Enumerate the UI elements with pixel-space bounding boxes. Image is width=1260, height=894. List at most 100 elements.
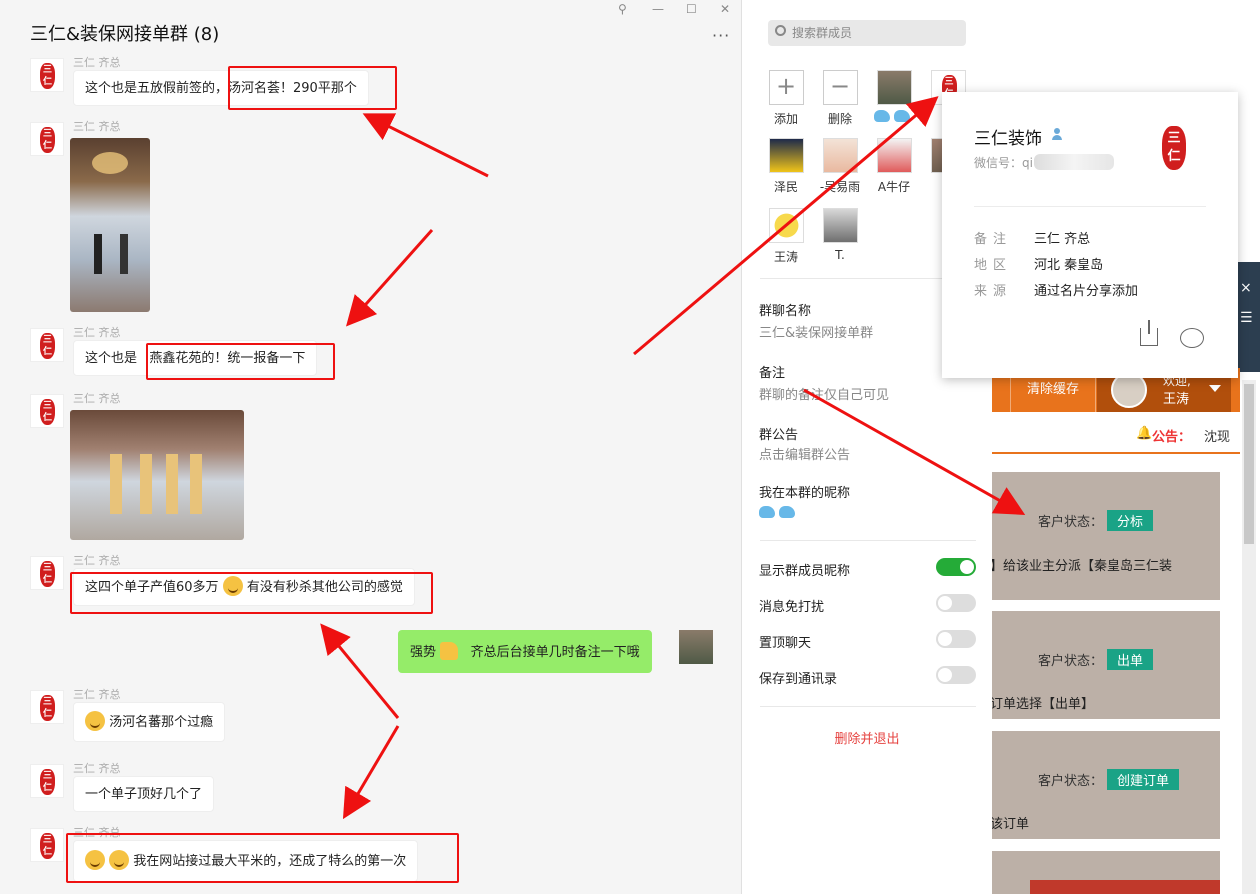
notice-label: 公告： (1152, 430, 1192, 445)
sender-name: 三仁 齐总 (73, 326, 121, 339)
member-search[interactable]: 搜索群成员 (768, 20, 966, 46)
search-icon (775, 25, 786, 36)
avatar[interactable]: 三仁 (30, 764, 64, 798)
avatar (768, 138, 804, 173)
show-nickname-toggle[interactable] (936, 558, 976, 576)
avatar (876, 138, 912, 173)
delete-exit-button[interactable]: 删除并退出 (742, 728, 992, 747)
divider (760, 706, 976, 707)
maximize-icon[interactable]: ☐ (686, 2, 697, 16)
member-item[interactable] (868, 70, 920, 125)
message-bubble[interactable]: 汤河名蕃那个过瘾 (73, 702, 226, 742)
avatar[interactable]: 三仁 (30, 556, 64, 590)
notice-label: 群公告 (759, 428, 799, 443)
add-member-button[interactable]: + 添加 (760, 70, 812, 127)
logo-seal: 三仁 (40, 561, 55, 587)
message-image[interactable] (70, 138, 150, 312)
user-name: 王涛 (1163, 392, 1190, 407)
status-line: 客户状态： 分标 (1038, 510, 1154, 531)
region-key: 地区 (974, 258, 1013, 273)
member-item[interactable]: T. (814, 208, 866, 262)
order-card[interactable]: 客户状态： 出单 订单选择【出单】 (990, 611, 1220, 719)
notice-text: 沈现 (1204, 430, 1231, 445)
share-icon[interactable] (1140, 320, 1158, 346)
plus-icon: + (768, 70, 804, 105)
whale-icon (759, 506, 775, 518)
close-icon[interactable]: × (1240, 280, 1252, 296)
chat-header: 三仁&装保网接单群 (8) ··· (0, 0, 742, 58)
more-options-icon[interactable]: ··· (712, 26, 730, 45)
sender-name: 三仁 齐总 (73, 554, 121, 567)
thumbs-up-icon (440, 642, 459, 660)
remove-member-button[interactable]: − 删除 (814, 70, 866, 127)
toggle-label: 置顶聊天 (759, 636, 812, 651)
message-image[interactable] (70, 410, 244, 540)
group-name-value[interactable]: 三仁&装保网接单群 (759, 322, 873, 341)
highlight-box (70, 572, 433, 614)
emoji-icon (85, 711, 105, 731)
member-item[interactable]: -吴易雨 (814, 138, 866, 195)
pin-chat-toggle[interactable] (936, 630, 976, 648)
avatar (822, 138, 858, 173)
close-icon[interactable]: ✕ (720, 2, 730, 16)
card-description: 订单选择【出单】 (990, 697, 1095, 712)
minimize-icon[interactable]: — (652, 2, 664, 16)
menu-icon[interactable]: ☰ (1240, 310, 1253, 326)
avatar[interactable]: 三仁 (30, 122, 64, 156)
nickname-label: 我在本群的昵称 (759, 486, 851, 501)
avatar[interactable] (679, 630, 713, 664)
pin-icon[interactable]: ⚲ (618, 2, 627, 16)
remark-value[interactable]: 群聊的备注仅自己可见 (759, 384, 889, 403)
webpage-scrollbar[interactable] (1242, 380, 1256, 894)
avatar[interactable]: 三仁 (30, 828, 64, 862)
mute-toggle[interactable] (936, 594, 976, 612)
avatar[interactable]: 三仁 (30, 58, 64, 92)
person-icon (1052, 128, 1062, 140)
message-icon[interactable] (1180, 328, 1204, 348)
notice-value[interactable]: 点击编辑群公告 (759, 444, 850, 463)
card-description: 】给该业主分派【秦皇岛三仁装 (990, 559, 1173, 574)
avatar[interactable]: 三仁 (30, 328, 64, 362)
member-item[interactable]: A牛仔 (868, 138, 920, 195)
logo-seal: 三仁 (40, 333, 55, 359)
logo-seal: 三仁 (40, 63, 55, 89)
profile-name: 三仁装饰 (974, 129, 1042, 149)
search-input[interactable]: 搜索群成员 (792, 24, 852, 41)
member-item[interactable]: 泽民 (760, 138, 812, 195)
avatar (822, 208, 858, 243)
save-contacts-toggle[interactable] (936, 666, 976, 684)
status-badge: 分标 (1107, 510, 1154, 531)
sender-name: 三仁 齐总 (73, 56, 121, 69)
avatar[interactable]: 三仁 (30, 394, 64, 428)
member-item[interactable]: 王涛 (760, 208, 812, 265)
card-description: 该订单 (990, 817, 1030, 832)
whale-icon (894, 110, 910, 122)
scrollbar-thumb[interactable] (1244, 384, 1254, 544)
message-bubble[interactable]: 一个单子顶好几个了 (73, 776, 215, 812)
sender-name: 三仁 齐总 (73, 120, 121, 133)
avatar (768, 208, 804, 243)
avatar (876, 70, 912, 105)
whale-icon (874, 110, 890, 122)
notice-bar: 🔔 公告： 沈现 (990, 418, 1240, 454)
bell-icon: 🔔 (1136, 426, 1153, 441)
message-bubble[interactable]: 强势 齐总后台接单几时备注一下哦 (398, 630, 652, 673)
webpage-red-block (1030, 880, 1220, 894)
avatar[interactable]: 三仁 (30, 690, 64, 724)
logo-seal: 三仁 (40, 695, 55, 721)
remark-value: 三仁 齐总 (1034, 232, 1091, 247)
highlight-box (228, 66, 397, 110)
logo-seal: 三仁 (40, 399, 55, 425)
nickname-value[interactable] (759, 506, 799, 522)
highlight-box (66, 833, 459, 883)
minus-icon: − (822, 70, 858, 105)
order-card[interactable]: 客户状态： 分标 】给该业主分派【秦皇岛三仁装 (990, 472, 1220, 600)
caret-down-icon[interactable] (1209, 385, 1221, 392)
chat-panel: 三仁&装保网接单群 (8) ··· ⚲ — ☐ ✕ 三仁 三仁 齐总 这个也是五… (0, 0, 742, 894)
source-key: 来源 (974, 284, 1013, 299)
logo-seal: 三仁 (40, 127, 55, 153)
sender-name: 三仁 齐总 (73, 688, 121, 701)
order-card[interactable]: 客户状态： 创建订单 该订单 (990, 731, 1220, 839)
wechat-id: 微信号：qi (974, 156, 1033, 170)
blurred-id (1034, 154, 1114, 170)
